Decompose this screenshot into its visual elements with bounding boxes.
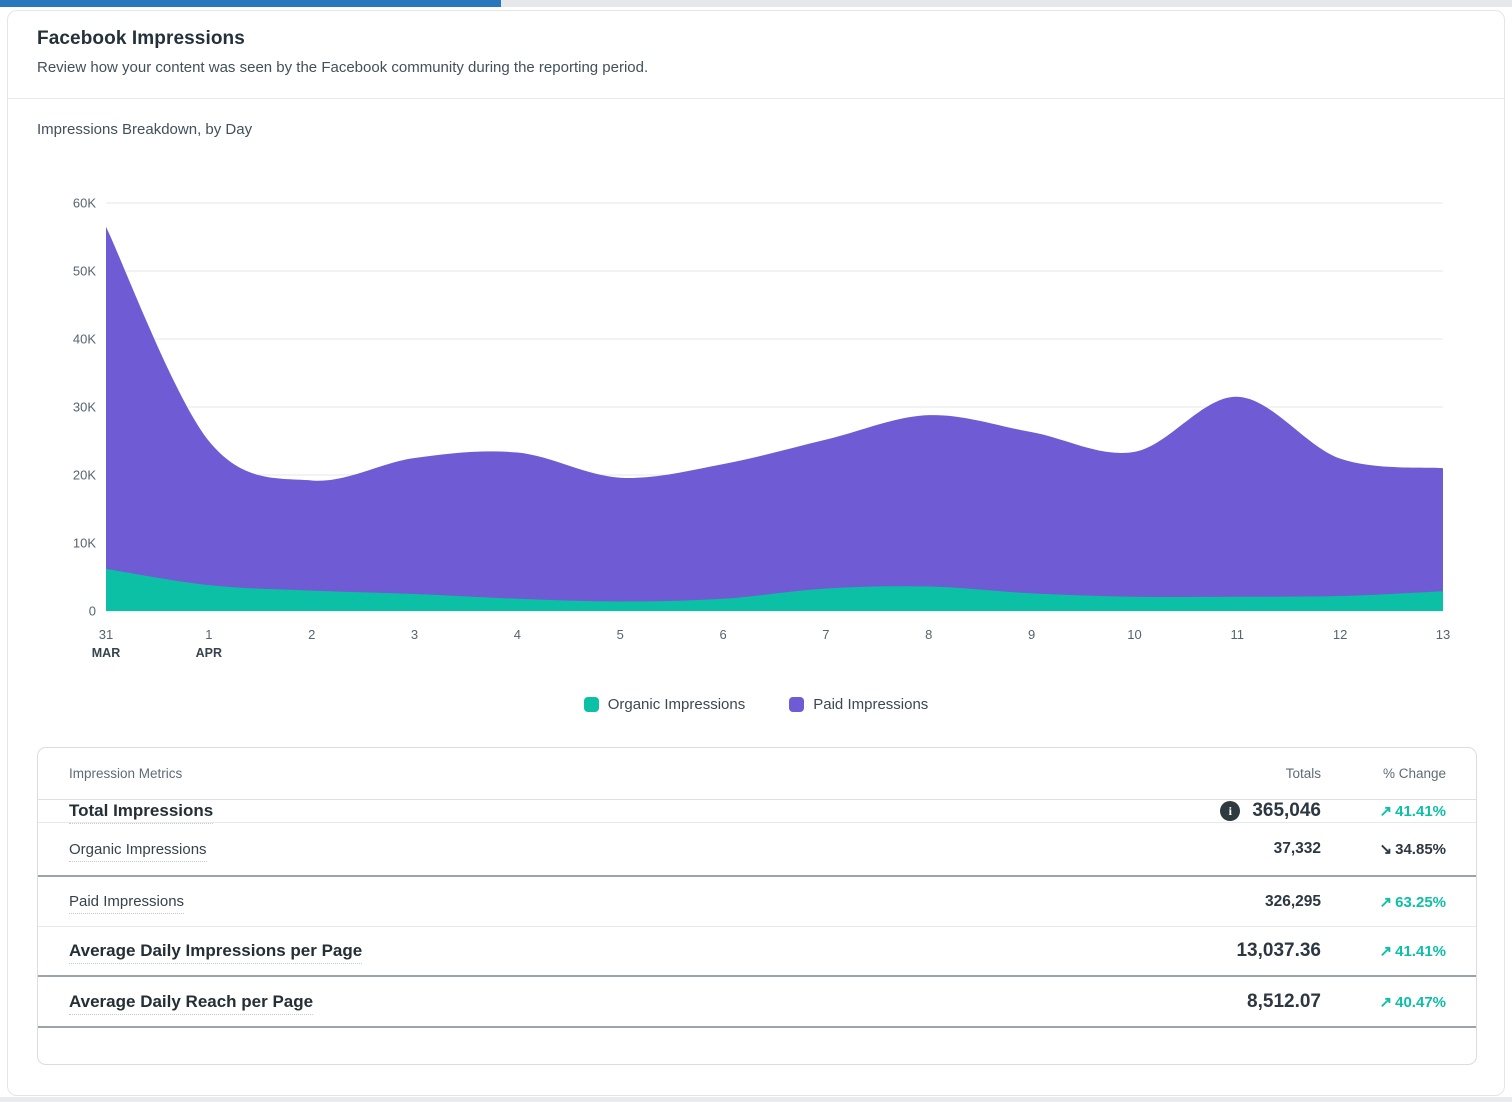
x-tick-label: 3 xyxy=(411,627,418,642)
table-header-totals: Totals xyxy=(1101,766,1321,781)
change-value: 40.47% xyxy=(1395,994,1446,1011)
x-tick-label: 1 xyxy=(205,627,212,642)
metric-label[interactable]: Average Daily Reach per Page xyxy=(69,992,313,1015)
x-tick-label: 10 xyxy=(1127,627,1141,642)
page-subtitle: Review how your content was seen by the … xyxy=(37,59,648,76)
metric-label[interactable]: Paid Impressions xyxy=(69,893,184,914)
change-value: 34.85% xyxy=(1395,841,1446,858)
metric-value: 365,046 xyxy=(1252,800,1321,822)
change-value: 41.41% xyxy=(1395,803,1446,820)
legend-label: Organic Impressions xyxy=(608,696,746,713)
impressions-area-chart[interactable]: 010K20K30K40K50K60K3112345678910111213MA… xyxy=(8,151,1504,681)
legend-label: Paid Impressions xyxy=(813,696,928,713)
x-tick-label: 12 xyxy=(1333,627,1347,642)
x-tick-label: 4 xyxy=(514,627,521,642)
change-arrow-icon: ↗ xyxy=(1380,994,1393,1011)
change-value: 41.41% xyxy=(1395,943,1446,960)
impression-metrics-table: Impression Metrics Totals % Change Total… xyxy=(37,747,1477,1065)
table-row: Average Daily Reach per Page 8,512.07 ↗4… xyxy=(38,977,1476,1028)
table-row: Paid Impressions 326,295 ↗63.25% xyxy=(38,877,1476,927)
x-tick-label: 13 xyxy=(1436,627,1450,642)
y-tick-label: 60K xyxy=(73,196,96,211)
metric-value: 326,295 xyxy=(1265,893,1321,911)
progress-bar-fill xyxy=(0,0,501,7)
table-header-metric: Impression Metrics xyxy=(69,766,1101,781)
x-month-label: APR xyxy=(196,646,222,660)
y-tick-label: 20K xyxy=(73,468,96,483)
change-value: 63.25% xyxy=(1395,894,1446,911)
table-row: Average Daily Impressions per Page 13,03… xyxy=(38,927,1476,977)
x-tick-label: 31 xyxy=(99,627,113,642)
x-tick-label: 2 xyxy=(308,627,315,642)
legend-swatch-icon xyxy=(789,697,804,712)
table-row: Organic Impressions 37,332 ↘34.85% xyxy=(38,823,1476,877)
x-tick-label: 11 xyxy=(1231,627,1245,642)
metric-label[interactable]: Average Daily Impressions per Page xyxy=(69,941,362,964)
page-title: Facebook Impressions xyxy=(37,28,245,50)
legend-item[interactable]: Paid Impressions xyxy=(789,696,928,713)
x-month-label: MAR xyxy=(92,646,120,660)
legend-item[interactable]: Organic Impressions xyxy=(584,696,746,713)
change-arrow-icon: ↗ xyxy=(1380,803,1393,820)
progress-bar-track xyxy=(0,0,1512,7)
x-tick-label: 5 xyxy=(617,627,624,642)
y-tick-label: 40K xyxy=(73,332,96,347)
metric-label[interactable]: Organic Impressions xyxy=(69,841,207,862)
metric-value: 8,512.07 xyxy=(1247,991,1321,1013)
report-card: Facebook Impressions Review how your con… xyxy=(7,10,1505,1096)
x-tick-label: 7 xyxy=(822,627,829,642)
x-tick-label: 6 xyxy=(719,627,726,642)
x-tick-label: 9 xyxy=(1028,627,1035,642)
paid-impressions-area xyxy=(106,227,1443,611)
table-header-change: % Change xyxy=(1321,766,1446,781)
header-divider xyxy=(8,98,1504,99)
chart-title: Impressions Breakdown, by Day xyxy=(37,121,252,138)
info-icon[interactable]: i xyxy=(1220,801,1240,821)
metric-value: 37,332 xyxy=(1274,840,1321,858)
metric-label[interactable]: Total Impressions xyxy=(69,801,213,824)
legend-swatch-icon xyxy=(584,697,599,712)
y-tick-label: 0 xyxy=(89,604,96,619)
y-tick-label: 10K xyxy=(73,536,96,551)
y-tick-label: 30K xyxy=(73,400,96,415)
change-arrow-icon: ↗ xyxy=(1380,894,1393,911)
x-tick-label: 8 xyxy=(925,627,932,642)
page-background-strip xyxy=(0,1097,1512,1102)
table-row: Total Impressions i 365,046 ↗41.41% xyxy=(38,800,1476,823)
y-tick-label: 50K xyxy=(73,264,96,279)
table-header-row: Impression Metrics Totals % Change xyxy=(38,748,1476,800)
chart-legend: Organic Impressions Paid Impressions xyxy=(8,696,1504,713)
change-arrow-icon: ↘ xyxy=(1380,841,1393,858)
change-arrow-icon: ↗ xyxy=(1380,943,1393,960)
metric-value: 13,037.36 xyxy=(1236,940,1321,962)
